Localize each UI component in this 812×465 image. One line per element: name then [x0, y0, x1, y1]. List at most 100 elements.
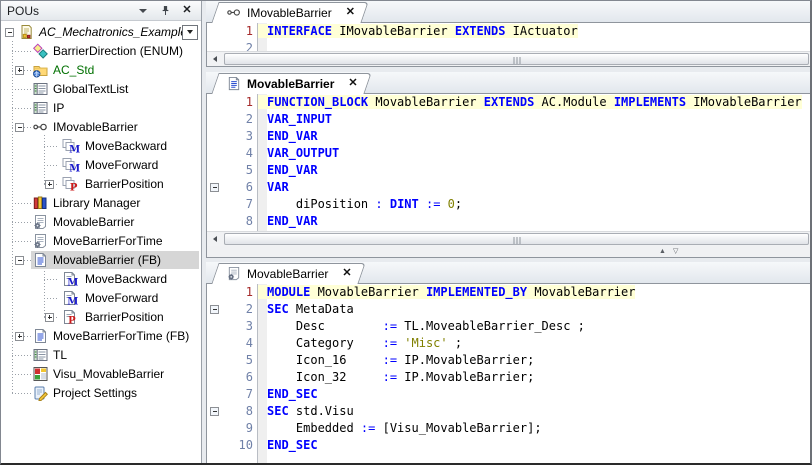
collapse-icon[interactable]	[15, 123, 24, 132]
enum-icon	[32, 43, 49, 59]
tree-item-library-manager[interactable]: Library Manager	[1, 194, 201, 213]
tree-item-label: Project Settings	[53, 386, 137, 400]
scrollbar-track[interactable]	[223, 52, 810, 66]
tree-item-barrierposition[interactable]: PBarrierPosition	[1, 308, 201, 327]
tree-guide-stub	[44, 165, 58, 166]
tree-item-movablebarrier-fb[interactable]: MovableBarrier (FB)	[1, 251, 201, 270]
code-line: 9 Embedded := [Visu_MovableBarrier];	[207, 420, 810, 437]
tab-close-icon[interactable]: ✕	[348, 78, 357, 89]
panel-dropdown-icon[interactable]	[135, 4, 151, 18]
code-line: 10END_SEC	[207, 437, 810, 454]
tree-item-movebackward[interactable]: MMoveBackward	[1, 270, 201, 289]
tree-item-body: MMoveBackward	[58, 270, 170, 288]
tree-item-body: Library Manager	[31, 194, 143, 212]
tree-item-barrierdirection-enum[interactable]: BarrierDirection (ENUM)	[1, 42, 201, 61]
splitter-strip: ▲▽	[207, 246, 810, 257]
editor-pane-3: MovableBarrier✕1MODULE MovableBarrier IM…	[206, 262, 811, 465]
tree-item-body: MoveBarrierForTime (FB)	[31, 327, 192, 345]
line-number: 3	[207, 318, 253, 335]
tab-close-icon[interactable]: ✕	[346, 7, 355, 18]
scrollbar-track[interactable]	[223, 232, 810, 246]
scrollbar-thumb[interactable]	[224, 53, 809, 65]
tree-item-label: MoveForward	[85, 291, 158, 305]
scroll-left-icon[interactable]	[207, 52, 223, 66]
tree-item-imovablebarrier[interactable]: IMovableBarrier	[1, 118, 201, 137]
tree-item-movebarrierfortime[interactable]: MoveBarrierForTime	[1, 232, 201, 251]
code-editor[interactable]: 1MODULE MovableBarrier IMPLEMENTED_BY Mo…	[207, 284, 810, 465]
tree-guide-stub	[44, 279, 58, 280]
tree-guide-stub	[12, 203, 31, 204]
tree-item-body: Project Settings	[31, 384, 140, 402]
tree-item-ip[interactable]: IP	[1, 99, 201, 118]
tree-item-project-settings[interactable]: Project Settings	[1, 384, 201, 403]
method-fb-icon: M	[59, 290, 80, 306]
expand-icon[interactable]	[15, 66, 24, 75]
splitter-up-icon[interactable]: ▲	[659, 248, 673, 255]
horizontal-scrollbar[interactable]	[207, 231, 810, 246]
tree-item-tl[interactable]: TL	[1, 346, 201, 365]
line-number: 7	[207, 386, 253, 403]
tree-item-body: MMoveBackward	[58, 137, 170, 155]
visu-icon	[32, 366, 49, 382]
line-number: 9	[207, 420, 253, 437]
pin-icon[interactable]	[157, 4, 173, 18]
code-line: 6VAR	[207, 179, 810, 196]
close-icon[interactable]: ✕	[179, 4, 195, 18]
tree-item-body: IMovableBarrier	[31, 118, 141, 136]
collapse-icon[interactable]	[5, 28, 14, 37]
tree-item-movebackward[interactable]: MMoveBackward	[1, 137, 201, 156]
tree-item-moveforward[interactable]: MMoveForward	[1, 156, 201, 175]
scrollbar-thumb[interactable]	[224, 233, 809, 245]
node-dropdown-button[interactable]	[182, 25, 198, 40]
expand-icon[interactable]	[45, 313, 54, 322]
tree-item-barrierposition[interactable]: PBarrierPosition	[1, 175, 201, 194]
tree-item-label: MoveBarrierForTime	[53, 234, 163, 248]
collapse-icon[interactable]	[15, 256, 24, 265]
pou-panel-header: POUs ✕	[1, 1, 201, 21]
code-editor[interactable]: 1FUNCTION_BLOCK MovableBarrier EXTENDS A…	[207, 94, 810, 231]
tree-item-body: Visu_MovableBarrier	[31, 365, 167, 383]
svg-text:M: M	[69, 145, 80, 154]
tab-bar: MovableBarrier✕	[206, 72, 811, 94]
tree-item-label: AC_Std	[53, 63, 94, 77]
code-line: 1FUNCTION_BLOCK MovableBarrier EXTENDS A…	[207, 94, 810, 111]
line-number: 8	[207, 213, 253, 230]
tree-item-movablebarrier[interactable]: MovableBarrier	[1, 213, 201, 232]
tree-item-label: MovableBarrier	[53, 215, 134, 229]
editor-column: IMovableBarrier ✕ 1INTERFACE IMovableBarri…	[206, 1, 811, 463]
expand-icon[interactable]	[45, 180, 54, 189]
tab-label: IMovableBarrier	[247, 6, 332, 20]
tree-guide-stub	[44, 146, 58, 147]
tree-item-moveforward[interactable]: M MoveForward	[1, 289, 201, 308]
tree-item-body: PBarrierPosition	[58, 175, 167, 193]
tree-item-body: AC_Mechatronics_Example	[17, 23, 190, 41]
horizontal-scrollbar[interactable]	[207, 51, 810, 66]
tree-item-label: Library Manager	[53, 196, 140, 210]
editor-tab-movablebarrier[interactable]: MovableBarrier✕	[222, 73, 368, 94]
splitter-down-icon[interactable]: ▽	[673, 248, 685, 255]
tab-close-icon[interactable]: ✕	[342, 268, 351, 279]
code-line: 2VAR_INPUT	[207, 111, 810, 128]
tree-item-ac-std[interactable]: AC_Std	[1, 61, 201, 80]
expand-icon[interactable]	[15, 332, 24, 341]
line-number: 4	[207, 335, 253, 352]
line-number: 4	[207, 145, 253, 162]
editor-tab-movablebarrier[interactable]: MovableBarrier✕	[222, 263, 362, 284]
scrollbar-grip	[513, 57, 520, 64]
line-number: 3	[207, 128, 253, 145]
tree-item-label: IMovableBarrier	[53, 120, 138, 134]
editor-tab-imovablebarrier[interactable]: IMovableBarrier ✕	[222, 2, 365, 23]
tree-item-globaltextlist[interactable]: GlobalTextList	[1, 80, 201, 99]
tree-item-movebarrierfortime-fb[interactable]: MoveBarrierForTime (FB)	[1, 327, 201, 346]
tree-item-body: MovableBarrier	[31, 213, 137, 231]
line-number: 2	[207, 301, 253, 318]
code-editor[interactable]: 1INTERFACE IMovableBarrier EXTENDS IActu…	[207, 23, 810, 51]
module-icon	[32, 214, 49, 230]
tree-item-ac-mechatronics-example[interactable]: AC_Mechatronics_Example	[1, 23, 201, 42]
tree-guide-stub	[12, 374, 31, 375]
code-line: 1INTERFACE IMovableBarrier EXTENDS IActu…	[207, 23, 810, 40]
tree-item-visu-movablebarrier[interactable]: Visu_MovableBarrier	[1, 365, 201, 384]
tree-item-body: TL	[31, 346, 70, 364]
scroll-left-icon[interactable]	[207, 232, 223, 246]
line-number: 5	[207, 162, 253, 179]
